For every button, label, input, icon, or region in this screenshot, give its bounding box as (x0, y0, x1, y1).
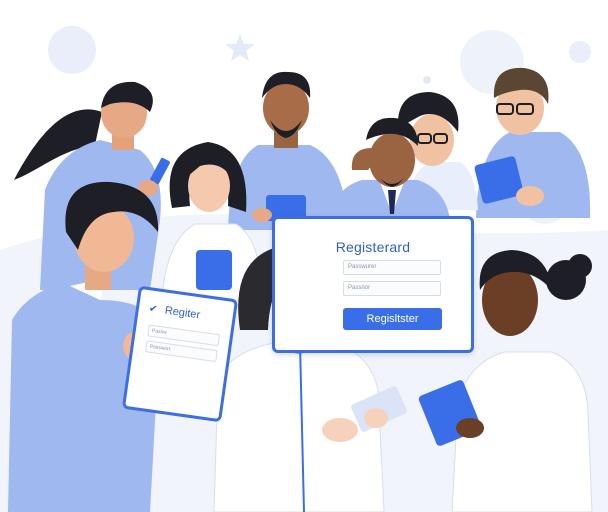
checkmark-icon: ✔ (148, 303, 159, 316)
register-field-1[interactable]: Passwurer (343, 260, 441, 275)
register-field-2[interactable]: Passnor (343, 281, 441, 296)
decor-circle (569, 41, 591, 63)
register-card-tablet: ✔ Regiter Passw Passwort (121, 285, 239, 423)
register-card: Registerard Passwurer Passnor Regisltste… (272, 216, 474, 353)
decor-dot (423, 76, 431, 84)
register-card-tablet-title: Regiter (164, 304, 201, 322)
register-button[interactable]: Regisltster (343, 308, 442, 330)
register-card-title: Registerard (335, 239, 411, 255)
illustration-scene: ✔ Regiter Passw Passwort Registerard Pas… (0, 0, 608, 512)
decor-circle (48, 26, 96, 74)
